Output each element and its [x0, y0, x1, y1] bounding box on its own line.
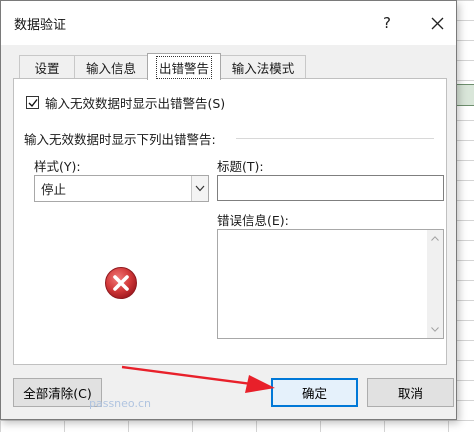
tab-input-message[interactable]: 输入信息 [74, 55, 148, 79]
tab-settings-label: 设置 [34, 61, 60, 76]
tab-settings[interactable]: 设置 [19, 55, 75, 79]
title-bar: 数据验证 ? [1, 1, 456, 45]
tab-ime-mode-label: 输入法模式 [231, 61, 295, 76]
dialog-title: 数据验证 [14, 18, 67, 33]
annotation-arrow [121, 365, 275, 393]
section-divider [236, 138, 434, 139]
tab-ime-mode[interactable]: 输入法模式 [220, 55, 306, 79]
chevron-down-icon [195, 185, 205, 192]
scroll-down-icon[interactable] [431, 327, 439, 332]
style-dropdown-button[interactable] [191, 176, 208, 201]
scroll-up-icon[interactable] [431, 236, 439, 241]
help-button[interactable]: ? [369, 9, 405, 37]
error-message-label: 错误信息(E): [217, 213, 289, 228]
close-icon [431, 17, 443, 29]
close-button[interactable] [419, 9, 455, 37]
error-message-textarea[interactable] [217, 229, 444, 339]
ok-button[interactable]: 确定 [271, 378, 358, 407]
show-error-alert-label: 输入无效数据时显示出错警告(S) [45, 96, 226, 111]
title-label: 标题(T): [217, 159, 264, 174]
error-alert-panel: 输入无效数据时显示出错警告(S) 输入无效数据时显示下列出错警告: 样式(Y):… [13, 78, 447, 365]
section-label: 输入无效数据时显示下列出错警告: [24, 132, 216, 147]
show-error-alert-row[interactable]: 输入无效数据时显示出错警告(S) [26, 93, 225, 112]
tab-input-message-label: 输入信息 [85, 61, 136, 76]
tab-error-alert-label: 出错警告 [155, 55, 213, 79]
data-validation-dialog: 数据验证 ? 设置 输入信息 出错警告 输入法模式 输入无效数据时显示出错警告(… [0, 0, 457, 420]
style-select-value: 停止 [41, 182, 67, 197]
checkmark-icon [28, 98, 38, 107]
style-select[interactable]: 停止 [34, 175, 209, 202]
style-label: 样式(Y): [34, 159, 81, 174]
textarea-scrollbar[interactable] [427, 230, 443, 338]
tab-error-alert[interactable]: 出错警告 [147, 53, 221, 80]
title-input[interactable] [217, 175, 444, 201]
watermark-text: passneo.cn [89, 397, 151, 410]
selected-cell-band [456, 84, 474, 106]
cancel-button[interactable]: 取消 [367, 378, 454, 407]
stop-error-icon [105, 267, 137, 299]
show-error-alert-checkbox[interactable] [26, 96, 39, 109]
